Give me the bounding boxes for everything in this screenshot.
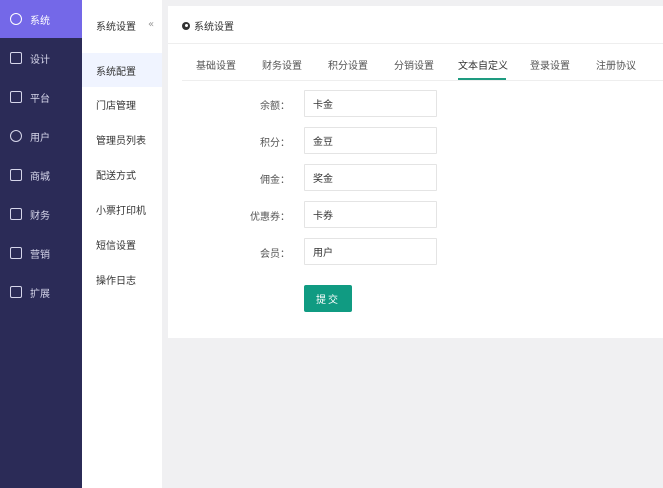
tab-login[interactable]: 登录设置 — [530, 57, 570, 72]
primary-nav: 系统 设计 平台 用户 商城 财务 营销 扩展 — [0, 0, 82, 488]
tab-register-agreement[interactable]: 注册协议 — [596, 57, 636, 72]
sidebar-item-label: 操作日志 — [96, 275, 136, 287]
monitor-icon — [10, 52, 22, 64]
nav-item-finance[interactable]: 财务 — [0, 195, 82, 233]
tab-points[interactable]: 积分设置 — [328, 57, 368, 72]
nav-item-label: 商城 — [30, 171, 50, 183]
nav-item-system[interactable]: 系统 — [0, 0, 82, 38]
monitor-icon — [10, 91, 22, 103]
nav-item-label: 营销 — [30, 249, 50, 261]
nav-item-label: 系统 — [30, 15, 50, 27]
secondary-sidebar: 系统设置 « 系统配置 门店管理 管理员列表 配送方式 小票打印机 短信设置 操… — [82, 0, 162, 488]
tab-finance[interactable]: 财务设置 — [262, 57, 302, 72]
tab-text-custom[interactable]: 文本自定义 — [458, 57, 508, 72]
sidebar-item-printer[interactable]: 小票打印机 — [82, 192, 162, 226]
sidebar-item-logs[interactable]: 操作日志 — [82, 262, 162, 296]
sidebar-item-label: 配送方式 — [96, 170, 136, 182]
nav-item-label: 平台 — [30, 93, 50, 105]
coupon-input[interactable]: 卡券 — [304, 201, 437, 228]
sidebar-item-store[interactable]: 门店管理 — [82, 87, 162, 121]
collapse-icon[interactable]: « — [148, 19, 154, 30]
balance-input[interactable]: 卡金 — [304, 90, 437, 117]
field-label-member: 会员： — [260, 249, 290, 260]
member-input[interactable]: 用户 — [304, 238, 437, 265]
field-label-balance: 余额： — [260, 101, 290, 112]
nav-item-shop[interactable]: 商城 — [0, 156, 82, 194]
card-header: 系统设置 — [182, 18, 234, 33]
sidebar-item-admins[interactable]: 管理员列表 — [82, 122, 162, 156]
sidebar-title: 系统设置 — [96, 21, 136, 33]
tab-basic[interactable]: 基础设置 — [196, 57, 236, 72]
active-tab-indicator — [458, 78, 506, 80]
nav-item-platform[interactable]: 平台 — [0, 78, 82, 116]
sidebar-item-label: 管理员列表 — [96, 135, 146, 147]
sidebar-item-label: 系统配置 — [96, 66, 136, 78]
nav-item-label: 用户 — [30, 132, 50, 144]
commission-input[interactable]: 奖金 — [304, 164, 437, 191]
points-input[interactable]: 金豆 — [304, 127, 437, 154]
sidebar-item-label: 短信设置 — [96, 240, 136, 252]
field-label-commission: 佣金： — [260, 175, 290, 186]
submit-button[interactable]: 提交 — [304, 285, 352, 312]
finance-icon — [10, 208, 22, 220]
page-title: 系统设置 — [194, 22, 234, 33]
user-icon — [10, 130, 22, 142]
divider — [168, 43, 663, 44]
tab-distribution[interactable]: 分销设置 — [394, 57, 434, 72]
sidebar-item-label: 小票打印机 — [96, 205, 146, 217]
tab-bar-line — [182, 80, 663, 81]
sidebar-item-delivery[interactable]: 配送方式 — [82, 157, 162, 191]
nav-item-label: 扩展 — [30, 288, 50, 300]
sidebar-item-sms[interactable]: 短信设置 — [82, 227, 162, 261]
grid-icon — [10, 286, 22, 298]
nav-item-user[interactable]: 用户 — [0, 117, 82, 155]
nav-item-marketing[interactable]: 营销 — [0, 234, 82, 272]
marketing-icon — [10, 247, 22, 259]
nav-item-extend[interactable]: 扩展 — [0, 273, 82, 311]
settings-card: 系统设置 基础设置 财务设置 积分设置 分销设置 文本自定义 登录设置 注册协议… — [168, 6, 663, 338]
nav-item-label: 财务 — [30, 210, 50, 222]
gear-icon — [182, 21, 190, 30]
nav-item-label: 设计 — [30, 54, 50, 66]
field-label-coupon: 优惠券： — [250, 212, 290, 223]
shop-icon — [10, 169, 22, 181]
nav-item-design[interactable]: 设计 — [0, 39, 82, 77]
field-label-points: 积分： — [260, 138, 290, 149]
sidebar-item-system-config[interactable]: 系统配置 — [82, 53, 162, 87]
settings-icon — [10, 13, 22, 25]
sidebar-item-label: 门店管理 — [96, 100, 136, 112]
